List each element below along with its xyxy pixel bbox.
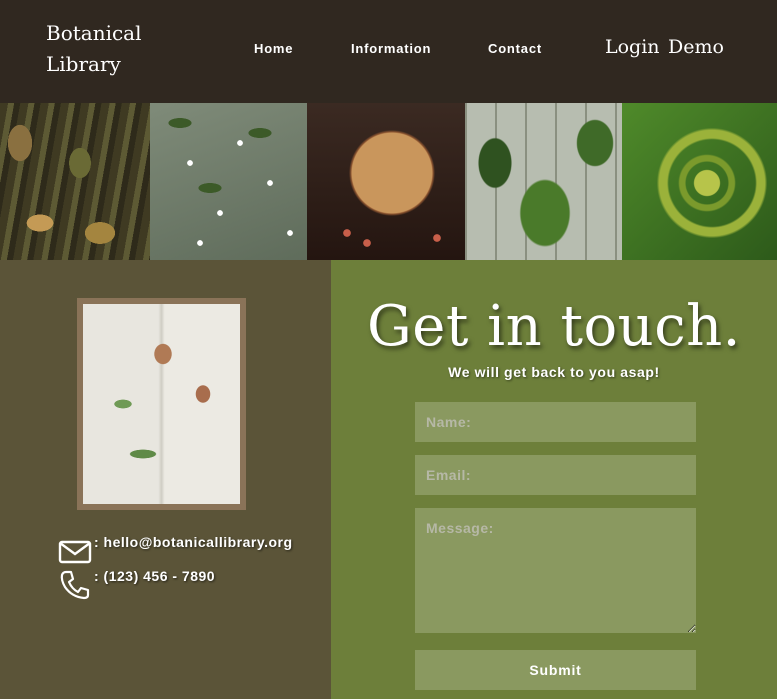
phone-icon — [60, 570, 90, 600]
demo-link[interactable]: Demo — [668, 36, 724, 58]
phone-row: : (123) 456 - 7890 — [58, 568, 215, 602]
contact-form-panel: Get in touch. We will get back to you as… — [331, 260, 777, 699]
brand-logo[interactable]: Botanical Library — [46, 18, 156, 80]
name-input[interactable] — [415, 402, 696, 442]
message-textarea[interactable] — [415, 508, 696, 633]
nav-home[interactable]: Home — [254, 41, 293, 56]
botanical-sketchbook-image — [77, 298, 246, 510]
water-flowers-image — [150, 103, 307, 260]
login-link[interactable]: Login — [605, 36, 660, 58]
submit-button[interactable]: Submit — [415, 650, 696, 690]
contact-info-panel: : hello@botanicallibrary.org : (123) 456… — [0, 260, 331, 699]
phone-text[interactable]: : (123) 456 - 7890 — [94, 568, 215, 584]
image-strip — [0, 103, 777, 260]
form-subtitle: We will get back to you asap! — [448, 364, 660, 380]
form-title: Get in touch. — [367, 294, 741, 359]
greenhouse-plants-image — [465, 103, 622, 260]
email-input[interactable] — [415, 455, 696, 495]
fern-fiddlehead-image — [622, 103, 777, 260]
mail-icon — [58, 540, 92, 564]
nav-information[interactable]: Information — [351, 41, 431, 56]
site-header: Botanical Library Home Information Conta… — [0, 0, 777, 103]
email-row: : hello@botanicallibrary.org — [58, 534, 293, 568]
nav-contact[interactable]: Contact — [488, 41, 542, 56]
email-text[interactable]: : hello@botanicallibrary.org — [94, 534, 293, 550]
bark-lichen-image — [0, 103, 150, 260]
lily-pad-image — [307, 103, 465, 260]
